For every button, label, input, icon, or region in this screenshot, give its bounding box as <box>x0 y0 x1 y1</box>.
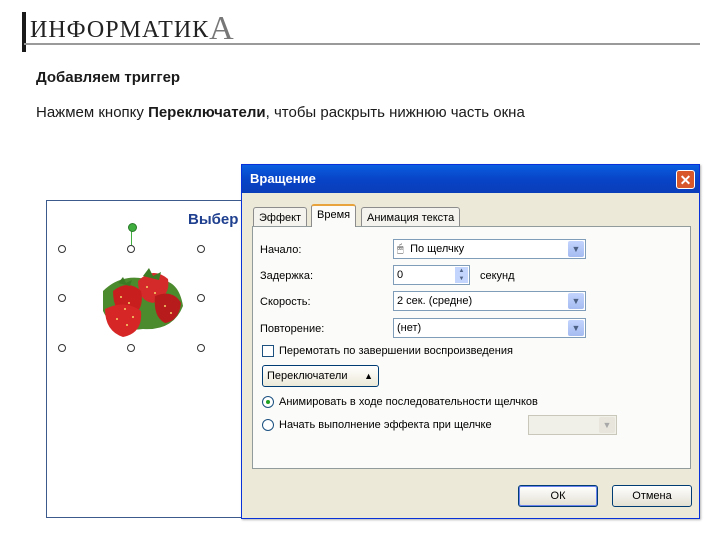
dialog-title: Вращение <box>250 171 316 186</box>
start-select-value: По щелчку <box>410 243 465 255</box>
delay-unit: секунд <box>480 270 515 282</box>
rotation-handle[interactable] <box>128 223 137 232</box>
trigger-object-select[interactable]: ▼ <box>528 415 617 435</box>
instruction-before: Нажмем кнопку <box>36 104 149 121</box>
delay-label: Задержка: <box>260 270 314 282</box>
radio-animate-sequence[interactable] <box>262 396 274 408</box>
instruction-text: Нажмем кнопку Переключатели, чтобы раскр… <box>36 104 525 121</box>
spin-arrows-icon[interactable]: ▲ ▼ <box>455 267 468 283</box>
resize-handle-l[interactable] <box>58 294 66 302</box>
animation-effect-dialog: Вращение ✕ Эффект Время Анимация текста … <box>241 164 700 519</box>
instruction-bold: Переключатели <box>148 104 266 121</box>
ok-button[interactable]: ОК <box>518 485 598 507</box>
logo: ИНФОРМАТИКА <box>30 10 235 47</box>
repeat-select-value: (нет) <box>397 322 422 334</box>
chevron-down-icon[interactable]: ▼ <box>568 241 584 257</box>
page-heading: Добавляем триггер <box>36 69 181 86</box>
tab-effect[interactable]: Эффект <box>253 207 308 227</box>
header-divider <box>24 43 700 45</box>
delay-value: 0 <box>397 269 404 281</box>
cancel-button[interactable]: Отмена <box>612 485 692 507</box>
resize-handle-br[interactable] <box>197 344 205 352</box>
speed-label: Скорость: <box>260 296 311 308</box>
start-label: Начало: <box>260 244 302 256</box>
resize-handle-b[interactable] <box>127 344 135 352</box>
triggers-button[interactable]: Переключатели ▲ <box>262 365 379 387</box>
logo-last-letter: А <box>209 10 235 47</box>
repeat-label: Повторение: <box>260 323 325 335</box>
delay-stepper[interactable]: 0 ▲ ▼ <box>393 265 470 285</box>
rewind-checkbox[interactable] <box>262 345 274 357</box>
triggers-button-label: Переключатели <box>267 370 348 382</box>
resize-handle-r[interactable] <box>197 294 205 302</box>
radio-animate-label: Анимировать в ходе последовательности ще… <box>279 396 538 408</box>
logo-main-text: ИНФОРМАТИК <box>30 17 210 43</box>
mouse-click-icon: 🖱 <box>397 243 404 255</box>
rewind-label: Перемотать по завершении воспроизведения <box>279 345 513 357</box>
close-icon[interactable]: ✕ <box>676 170 695 189</box>
repeat-select[interactable]: (нет) ▼ <box>393 318 586 338</box>
speed-select-value: 2 сек. (средне) <box>397 295 473 307</box>
resize-handle-tr[interactable] <box>197 245 205 253</box>
start-select[interactable]: 🖱 По щелчку ▼ <box>393 239 586 259</box>
speed-select[interactable]: 2 сек. (средне) ▼ <box>393 291 586 311</box>
logo-bar <box>22 12 26 52</box>
strawberry-image[interactable] <box>83 251 193 341</box>
radio-start-on-click[interactable] <box>262 419 274 431</box>
instruction-after: , чтобы раскрыть нижнюю часть окна <box>265 104 525 121</box>
chevron-down-icon[interactable]: ▼ <box>568 320 584 336</box>
dialog-titlebar[interactable]: Вращение ✕ <box>242 165 699 193</box>
chevron-down-icon[interactable]: ▼ <box>599 417 615 433</box>
chevron-down-icon[interactable]: ▼ <box>568 293 584 309</box>
slide-preview: Выбер <box>46 200 253 518</box>
radio-start-on-click-label: Начать выполнение эффекта при щелчке <box>279 419 492 431</box>
slide-title: Выбер <box>188 211 239 228</box>
expand-arrows-icon: ▲ <box>364 371 373 381</box>
resize-handle-tl[interactable] <box>58 245 66 253</box>
tab-text-animation[interactable]: Анимация текста <box>361 207 461 227</box>
tab-timing[interactable]: Время <box>311 204 357 227</box>
resize-handle-bl[interactable] <box>58 344 66 352</box>
